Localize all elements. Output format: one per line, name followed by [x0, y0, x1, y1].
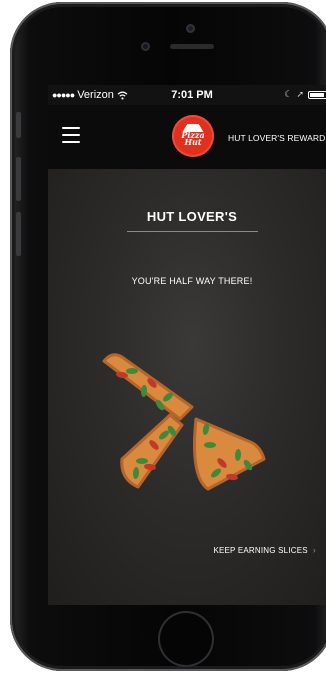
volume-up-button [16, 157, 21, 201]
front-camera-icon [141, 42, 150, 51]
battery-icon [308, 90, 326, 99]
pizza-slices-illustration [102, 353, 266, 491]
menu-line [62, 141, 80, 143]
battery-fill [310, 92, 324, 97]
page-title: HUT LOVER'S [146, 209, 238, 224]
title-divider [127, 231, 258, 232]
status-right: ☾ ➚ [284, 89, 326, 100]
progress-message: YOU'RE HALF WAY THERE! [131, 276, 253, 286]
nav-bar: Pizza Hut HUT LOVER'S REWARDS [48, 105, 326, 169]
spinach-topping [126, 368, 138, 374]
volume-down-button [16, 212, 21, 256]
earpiece-speaker [170, 44, 214, 49]
menu-line [62, 134, 80, 136]
phone-frame: ●●●●● Verizon 7:01 PM ☾ ➚ Pizza Hut HUT … [10, 2, 326, 671]
logo-text-line2: Hut [184, 137, 202, 147]
menu-line [62, 127, 80, 129]
home-button[interactable] [158, 611, 214, 667]
slices-group [102, 353, 266, 491]
camera-icon [186, 24, 195, 33]
keep-earning-label: KEEP EARNING SLICES [213, 546, 308, 555]
rewards-link[interactable]: HUT LOVER'S REWARDS [228, 133, 326, 143]
screen: ●●●●● Verizon 7:01 PM ☾ ➚ Pizza Hut HUT … [48, 85, 326, 605]
logo-text: Pizza Hut [172, 131, 214, 147]
pizza-hut-logo[interactable]: Pizza Hut [172, 115, 214, 157]
moon-icon: ☾ [284, 89, 293, 99]
pizza-slice [120, 413, 184, 489]
location-arrow-icon: ➚ [296, 89, 304, 99]
chevron-right-icon: › [312, 545, 316, 555]
rewards-content: HUT LOVER'S YOU'RE HALF WAY THERE! KEEP … [48, 169, 326, 605]
mute-switch [16, 112, 21, 138]
hamburger-menu-icon[interactable] [62, 127, 80, 143]
spinach-topping [136, 458, 148, 464]
status-bar: ●●●●● Verizon 7:01 PM ☾ ➚ [48, 85, 326, 105]
keep-earning-link[interactable]: KEEP EARNING SLICES › [213, 545, 316, 555]
pizza-slice [102, 353, 194, 421]
spinach-topping [204, 442, 216, 448]
